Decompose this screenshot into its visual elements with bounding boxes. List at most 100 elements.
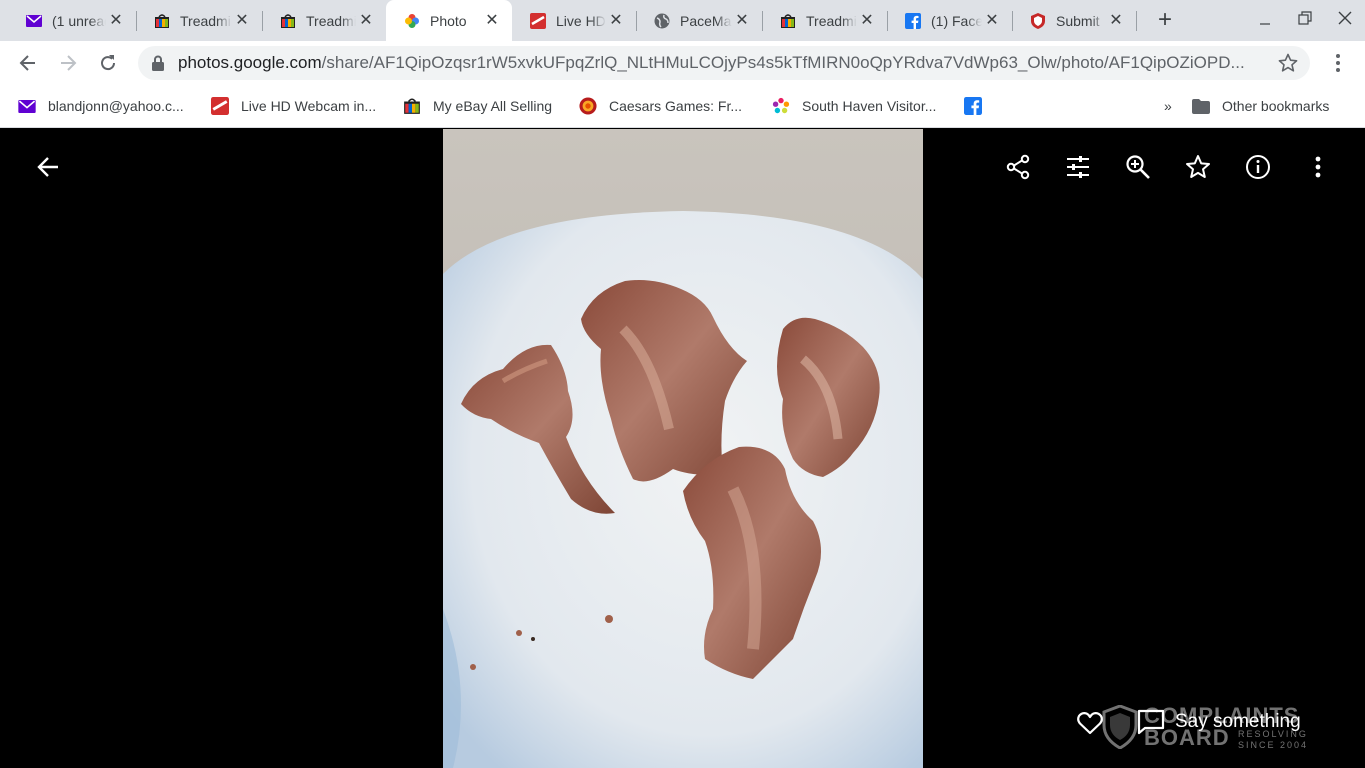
back-button[interactable] <box>14 49 42 77</box>
flower-icon <box>772 97 790 115</box>
heart-icon[interactable] <box>1076 709 1104 737</box>
new-tab-button[interactable]: + <box>1152 8 1178 34</box>
tab-title: Photo <box>430 12 467 29</box>
browser-menu-icon[interactable] <box>1326 49 1350 77</box>
zoom-button[interactable] <box>1124 153 1152 181</box>
forward-button[interactable] <box>54 49 82 77</box>
bookmarks-bar: blandjonn@yahoo.c... Live HD Webcam in..… <box>0 85 1365 128</box>
close-tab-icon[interactable]: ✕ <box>356 11 376 31</box>
star-icon <box>1186 155 1210 178</box>
webcam-icon <box>211 97 229 115</box>
tab-pacemaster[interactable]: PaceMaster ✕ <box>636 0 762 41</box>
tab-title: Submit <box>1056 12 1100 29</box>
bacon-on-plate-image <box>443 129 923 768</box>
info-icon <box>1246 155 1270 179</box>
photo-viewer: COMPLAINTS BOARD RESOLVING SINCE 2004 Say… <box>0 129 1365 768</box>
close-tab-icon[interactable]: ✕ <box>232 11 252 31</box>
reload-icon <box>101 55 116 71</box>
url-text[interactable]: photos.google.com/share/AF1QipOzqsr1rW5x… <box>178 46 1258 80</box>
info-button[interactable] <box>1244 153 1272 181</box>
more-options-button[interactable] <box>1304 153 1332 181</box>
tab-treadmill-3[interactable]: Treadmill ✕ <box>762 0 887 41</box>
comment-input[interactable]: Say something <box>1175 711 1301 733</box>
webcam-icon <box>530 12 546 29</box>
tab-divider <box>1136 11 1137 31</box>
ebay-bag-icon <box>780 13 796 29</box>
address-bar[interactable]: photos.google.com/share/AF1QipOzqsr1rW5x… <box>138 46 1310 80</box>
bookmark-south-haven[interactable]: South Haven Visitor... <box>772 95 936 117</box>
photo-image <box>443 129 923 768</box>
share-button[interactable] <box>1004 153 1032 181</box>
yahoo-mail-icon <box>18 97 36 115</box>
google-photos-icon <box>404 13 420 29</box>
more-vert-icon <box>1315 156 1321 178</box>
ebay-bag-icon <box>154 13 170 29</box>
tab-treadmill-1[interactable]: Treadmill ✕ <box>136 0 262 41</box>
close-icon <box>1338 11 1352 25</box>
close-tab-icon[interactable]: ✕ <box>606 11 626 31</box>
url-path: /share/AF1QipOzqsr1rW5xvkUFpqZrlQ_NLtHMu… <box>321 53 1245 72</box>
edit-button[interactable] <box>1064 153 1092 181</box>
folder-icon <box>1192 97 1210 115</box>
arrow-right-icon <box>61 55 77 71</box>
comment-icon[interactable] <box>1137 709 1165 735</box>
close-tab-icon[interactable]: ✕ <box>106 11 126 31</box>
close-tab-icon[interactable]: ✕ <box>482 11 502 31</box>
tab-google-photos[interactable]: Photo ✕ <box>386 0 512 41</box>
tab-title: Live HD <box>556 12 606 29</box>
bookmark-facebook[interactable] <box>964 95 994 117</box>
restore-button[interactable] <box>1290 6 1320 36</box>
globe-icon <box>654 13 670 29</box>
bookmark-my-ebay[interactable]: My eBay All Selling <box>403 95 552 117</box>
close-tab-icon[interactable]: ✕ <box>1106 11 1126 31</box>
tab-yahoo-mail[interactable]: (1 unread) ✕ <box>8 0 136 41</box>
tune-sliders-icon <box>1067 156 1089 178</box>
tab-title: PaceMaster <box>680 12 732 29</box>
bookmark-label: Caesars Games: Fr... <box>609 98 743 114</box>
browser-toolbar: photos.google.com/share/AF1QipOzqsr1rW5x… <box>0 41 1365 85</box>
bookmark-yahoo-mail[interactable]: blandjonn@yahoo.c... <box>18 95 184 117</box>
minimize-icon <box>1260 23 1270 25</box>
ebay-bag-icon <box>280 13 296 29</box>
bookmark-label: My eBay All Selling <box>433 98 553 114</box>
shield-icon <box>1030 12 1046 29</box>
close-window-button[interactable] <box>1330 6 1360 36</box>
tab-live-hd[interactable]: Live HD ✕ <box>512 0 636 41</box>
bookmark-star-icon[interactable] <box>1278 53 1298 73</box>
other-bookmarks-folder[interactable]: Other bookmarks <box>1192 95 1329 117</box>
share-icon <box>1006 154 1030 180</box>
zoom-in-icon <box>1126 155 1150 179</box>
url-host: photos.google.com <box>178 53 322 72</box>
arrow-left-icon <box>19 55 35 71</box>
yahoo-mail-icon <box>26 13 42 29</box>
tab-facebook[interactable]: (1) Facebook ✕ <box>887 0 1012 41</box>
tab-strip: (1 unread) ✕ Treadmill ✕ Treadmill ✕ Pho… <box>0 0 1365 41</box>
bookmark-live-hd-webcam[interactable]: Live HD Webcam in... <box>211 95 376 117</box>
bookmark-label: Live HD Webcam in... <box>241 98 377 114</box>
facebook-icon <box>905 12 921 29</box>
back-arrow-icon[interactable] <box>34 153 62 181</box>
tab-submit[interactable]: Submit ✕ <box>1012 0 1136 41</box>
tab-title: Treadmill <box>806 12 857 29</box>
bookmark-caesars-games[interactable]: Caesars Games: Fr... <box>579 95 742 117</box>
tab-title: Treadmill <box>180 12 232 29</box>
tab-title: (1 unread) <box>52 12 106 29</box>
close-tab-icon[interactable]: ✕ <box>732 11 752 31</box>
shield-logo-icon <box>1102 705 1138 749</box>
reload-button[interactable] <box>94 49 122 77</box>
bookmarks-overflow-button[interactable]: » <box>1164 95 1172 117</box>
bookmark-label: blandjonn@yahoo.c... <box>48 98 184 114</box>
lock-icon[interactable] <box>151 55 165 71</box>
facebook-icon <box>964 97 982 115</box>
restore-icon <box>1298 11 1312 25</box>
ebay-bag-icon <box>403 97 421 115</box>
chevron-double-right-icon: » <box>1164 98 1172 114</box>
close-tab-icon[interactable]: ✕ <box>982 11 1002 31</box>
bookmark-label: South Haven Visitor... <box>802 98 937 114</box>
close-tab-icon[interactable]: ✕ <box>857 11 877 31</box>
favorite-button[interactable] <box>1184 153 1212 181</box>
watermark-tag-2: SINCE 2004 <box>1238 740 1309 750</box>
minimize-button[interactable] <box>1250 6 1280 36</box>
tab-treadmill-2[interactable]: Treadmill ✕ <box>262 0 386 41</box>
caesars-icon <box>579 97 597 115</box>
